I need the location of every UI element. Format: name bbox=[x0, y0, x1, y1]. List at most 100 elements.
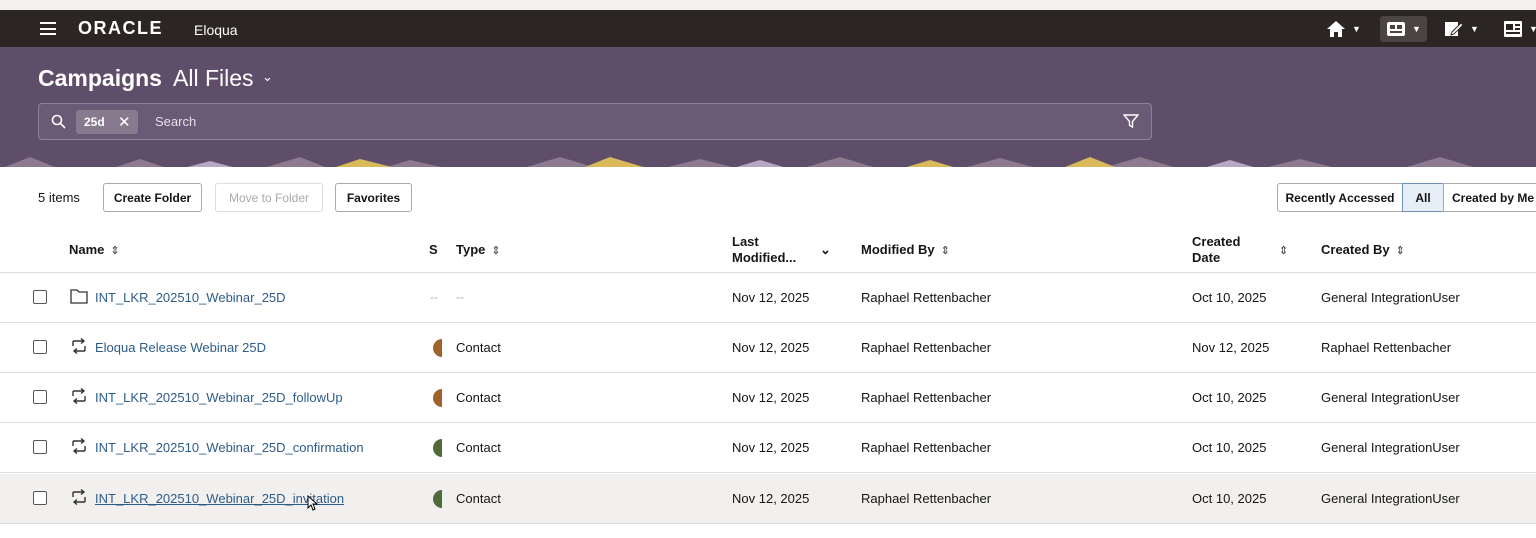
row-type: Contact bbox=[456, 440, 501, 455]
edit-icon bbox=[1445, 22, 1464, 36]
column-created-date[interactable]: Created Date bbox=[1192, 234, 1262, 266]
row-name-link[interactable]: INT_LKR_202510_Webinar_25D_confirmation bbox=[95, 440, 364, 455]
row-last-modified: Nov 12, 2025 bbox=[732, 340, 810, 355]
menu-icon[interactable] bbox=[40, 22, 56, 35]
column-label: Created By bbox=[1321, 242, 1390, 257]
row-last-modified: Nov 12, 2025 bbox=[732, 491, 810, 506]
mouse-cursor-icon bbox=[307, 495, 319, 511]
table-row[interactable]: Eloqua Release Webinar 25D Contact Nov 12,… bbox=[0, 323, 1536, 373]
sort-icon[interactable]: ⇕ bbox=[110, 245, 119, 257]
campaign-icon bbox=[70, 337, 88, 359]
status-icon bbox=[433, 490, 442, 508]
row-created-by: General IntegrationUser bbox=[1321, 440, 1460, 455]
row-created-date: Oct 10, 2025 bbox=[1192, 491, 1267, 506]
row-created-date: Nov 12, 2025 bbox=[1192, 340, 1270, 355]
browser-top-strip bbox=[0, 0, 1536, 10]
row-checkbox[interactable] bbox=[33, 440, 47, 454]
view-selector[interactable]: All Files bbox=[173, 65, 254, 92]
column-status[interactable]: S bbox=[429, 242, 438, 258]
column-modified-by[interactable]: Modified By ⇕ bbox=[861, 242, 950, 259]
table-row[interactable]: INT_LKR_202510_Webinar_25D_followUp Conta… bbox=[0, 373, 1536, 423]
filter-all[interactable]: All bbox=[1402, 183, 1444, 212]
decorative-pattern bbox=[0, 157, 1536, 167]
row-type: Contact bbox=[456, 491, 501, 506]
table-row[interactable]: INT_LKR_202510_Webinar_25D_confirmation C… bbox=[0, 423, 1536, 473]
row-modified-by: Raphael Rettenbacher bbox=[861, 340, 992, 355]
row-created-by: General IntegrationUser bbox=[1321, 290, 1460, 305]
edit-menu[interactable]: ▼ bbox=[1444, 19, 1479, 39]
filter-recently-accessed[interactable]: Recently Accessed bbox=[1277, 183, 1403, 212]
status-dash: -- bbox=[430, 290, 438, 304]
column-type[interactable]: Type ⇕ bbox=[456, 242, 501, 259]
column-label: Created Date bbox=[1192, 234, 1241, 265]
create-folder-button[interactable]: Create Folder bbox=[103, 183, 202, 212]
column-created-by[interactable]: Created By ⇕ bbox=[1321, 242, 1405, 259]
folder-icon bbox=[70, 288, 88, 309]
oracle-logo: ORACLE bbox=[78, 18, 163, 38]
campaign-icon bbox=[70, 387, 88, 409]
home-menu[interactable]: ▼ bbox=[1326, 19, 1361, 39]
row-last-modified: Nov 12, 2025 bbox=[732, 390, 810, 405]
column-label: Last Modified... bbox=[732, 234, 797, 265]
home-icon bbox=[1327, 21, 1345, 37]
row-created-by: General IntegrationUser bbox=[1321, 390, 1460, 405]
table-row[interactable]: INT_LKR_202510_Webinar_25D -- -- Nov 12, 20… bbox=[0, 273, 1536, 323]
row-name-link[interactable]: INT_LKR_202510_Webinar_25D bbox=[95, 290, 286, 305]
search-bar[interactable]: 25d ✕ Search bbox=[38, 103, 1152, 140]
product-name: Eloqua bbox=[194, 22, 238, 38]
dashboard-icon bbox=[1387, 22, 1405, 36]
search-filter-chip[interactable]: 25d ✕ bbox=[76, 110, 138, 134]
sort-icon[interactable]: ⇕ bbox=[941, 245, 950, 257]
row-created-date: Oct 10, 2025 bbox=[1192, 390, 1267, 405]
row-type: Contact bbox=[456, 390, 501, 405]
row-created-date: Oct 10, 2025 bbox=[1192, 440, 1267, 455]
sort-icon[interactable]: ⇕ bbox=[491, 245, 500, 257]
chevron-down-icon[interactable]: ⌄ bbox=[820, 242, 831, 258]
chevron-down-icon: ▼ bbox=[1352, 24, 1361, 34]
row-last-modified: Nov 12, 2025 bbox=[732, 290, 810, 305]
row-modified-by: Raphael Rettenbacher bbox=[861, 390, 992, 405]
status-icon bbox=[433, 389, 442, 407]
filter-created-by-me[interactable]: Created by Me bbox=[1443, 183, 1536, 212]
table-row[interactable]: INT_LKR_202510_Webinar_25D_invitation Con… bbox=[0, 474, 1536, 524]
favorites-button[interactable]: Favorites bbox=[335, 183, 412, 212]
chip-label: 25d bbox=[84, 115, 105, 129]
chevron-down-icon: ▼ bbox=[1470, 24, 1479, 34]
settings-panel-menu[interactable]: ▼ bbox=[1503, 19, 1536, 39]
sort-icon[interactable]: ⇕ bbox=[1396, 245, 1405, 257]
column-label: Name bbox=[69, 242, 105, 257]
campaign-icon bbox=[70, 437, 88, 459]
row-created-by: Raphael Rettenbacher bbox=[1321, 340, 1452, 355]
row-name-link[interactable]: INT_LKR_202510_Webinar_25D_followUp bbox=[95, 390, 343, 405]
row-checkbox[interactable] bbox=[33, 290, 47, 304]
row-name-link[interactable]: Eloqua Release Webinar 25D bbox=[95, 340, 266, 355]
sort-icon[interactable]: ⇕ bbox=[1279, 242, 1288, 259]
settings-panel-icon bbox=[1504, 21, 1522, 37]
row-checkbox[interactable] bbox=[33, 340, 47, 354]
chevron-down-icon[interactable]: ⌄ bbox=[262, 69, 273, 85]
chevron-down-icon: ▼ bbox=[1412, 24, 1421, 34]
filter-icon[interactable] bbox=[1123, 113, 1139, 129]
campaign-icon bbox=[70, 488, 88, 510]
column-label: Modified By bbox=[861, 242, 935, 257]
close-icon[interactable]: ✕ bbox=[118, 113, 131, 131]
page-header-banner: Campaigns All Files ⌄ 25d ✕ Search bbox=[0, 47, 1536, 167]
table-header: Name ⇕ S Type ⇕ Last Modified... ⌄ Modifie… bbox=[0, 229, 1536, 273]
status-icon bbox=[433, 439, 442, 457]
row-modified-by: Raphael Rettenbacher bbox=[861, 440, 992, 455]
search-input[interactable]: Search bbox=[155, 114, 196, 129]
page-title: Campaigns bbox=[38, 65, 162, 91]
row-checkbox[interactable] bbox=[33, 491, 47, 505]
dashboard-menu[interactable]: ▼ bbox=[1380, 16, 1427, 42]
item-count: 5 items bbox=[38, 190, 80, 205]
column-last-modified[interactable]: Last Modified... bbox=[732, 234, 812, 266]
row-type: Contact bbox=[456, 340, 501, 355]
row-created-by: General IntegrationUser bbox=[1321, 491, 1460, 506]
row-checkbox[interactable] bbox=[33, 390, 47, 404]
status-icon bbox=[433, 339, 442, 357]
column-name[interactable]: Name ⇕ bbox=[69, 242, 120, 259]
row-modified-by: Raphael Rettenbacher bbox=[861, 491, 992, 506]
move-to-folder-button[interactable]: Move to Folder bbox=[215, 183, 323, 212]
column-label: Type bbox=[456, 242, 486, 257]
row-created-date: Oct 10, 2025 bbox=[1192, 290, 1267, 305]
